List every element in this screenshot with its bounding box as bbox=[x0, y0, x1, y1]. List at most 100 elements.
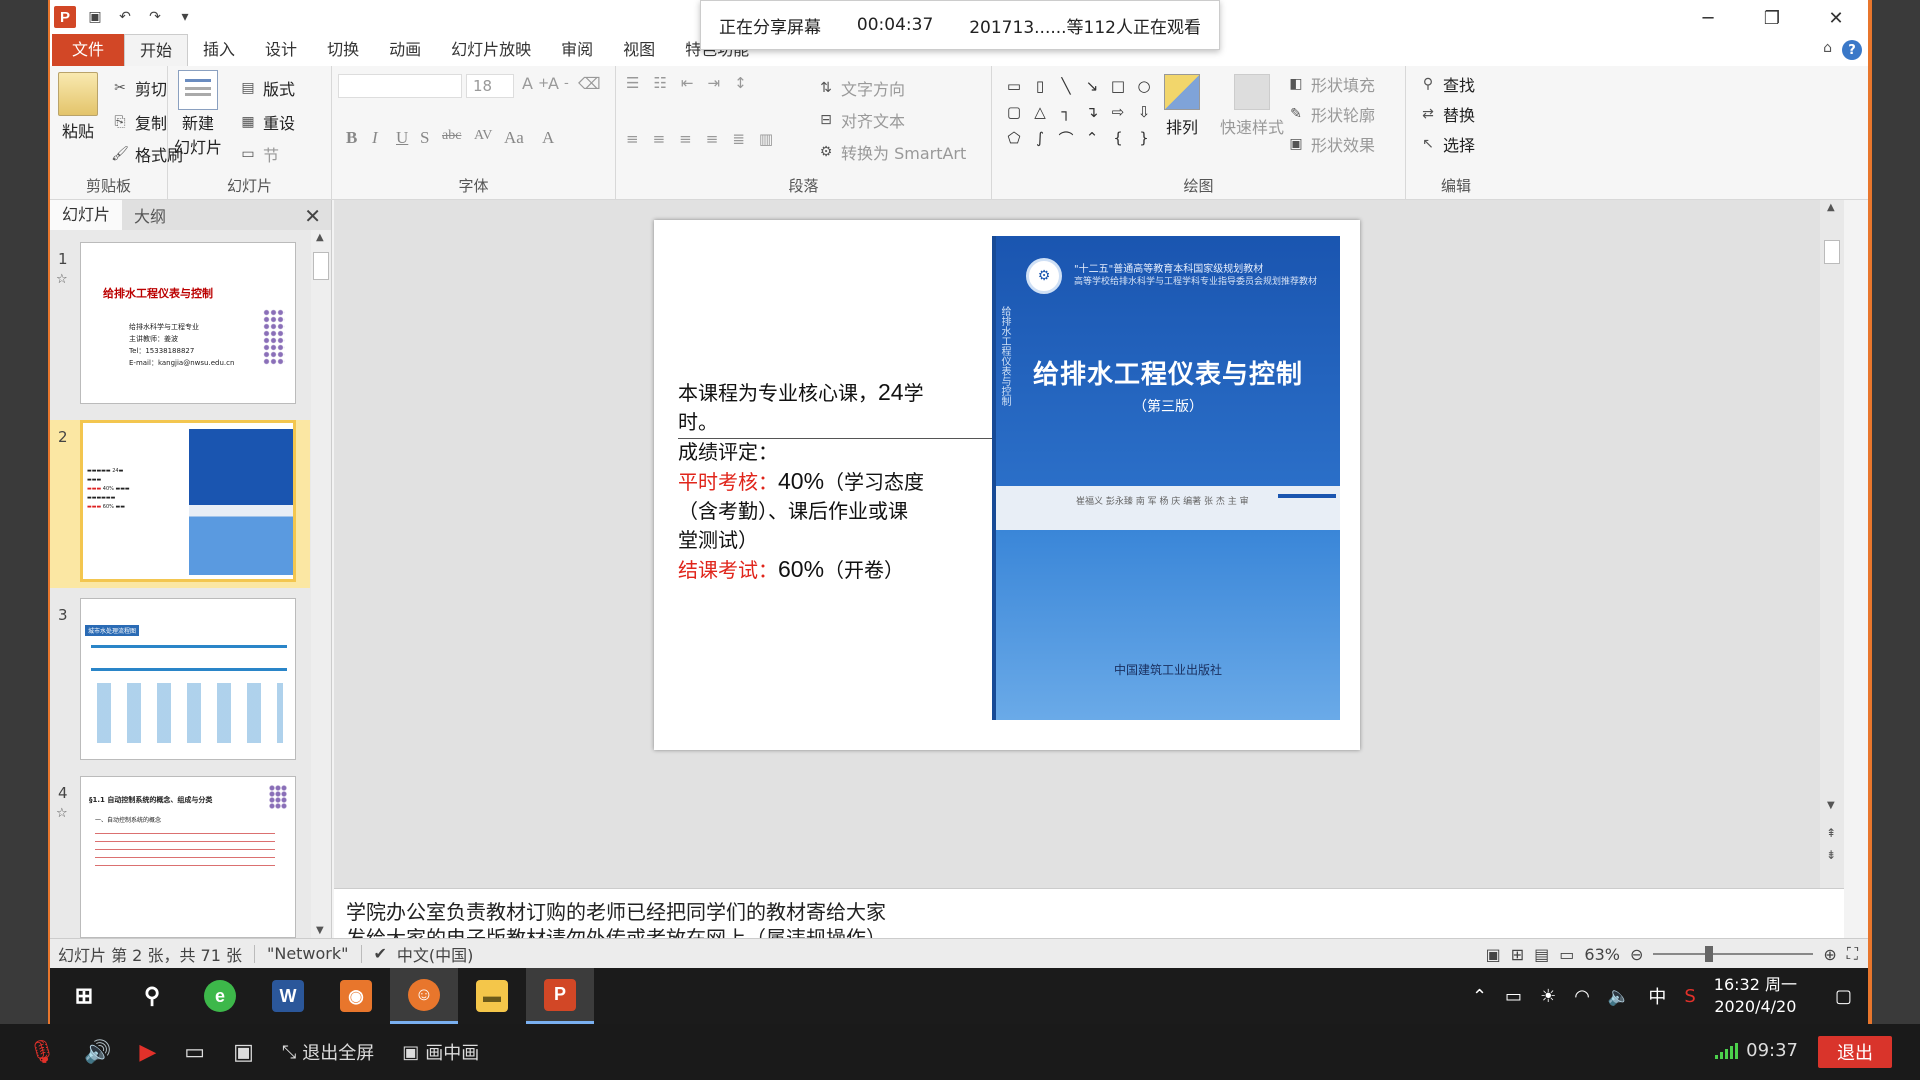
font-size-combo[interactable]: 18 bbox=[466, 74, 514, 98]
taskbar-file-explorer[interactable]: ▬ bbox=[458, 968, 526, 1024]
previous-slide-icon[interactable]: ⇞ bbox=[1826, 826, 1836, 840]
numbering-icon[interactable]: ☷ bbox=[653, 74, 666, 92]
new-slide-button[interactable]: 新建 幻灯片 bbox=[174, 70, 222, 158]
reading-view-icon[interactable]: ▤ bbox=[1534, 945, 1549, 964]
exit-fullscreen-button[interactable]: ⤡ 退出全屏 bbox=[282, 1039, 374, 1065]
grow-font-icon[interactable]: A + bbox=[522, 74, 549, 93]
clear-format-icon[interactable]: ⌫ bbox=[578, 74, 601, 93]
next-slide-icon[interactable]: ⇟ bbox=[1826, 848, 1836, 862]
arc-icon[interactable]: ⌒ bbox=[1054, 126, 1078, 150]
line-icon[interactable]: ╲ bbox=[1054, 74, 1078, 98]
exit-meeting-button[interactable]: 退出 bbox=[1818, 1036, 1892, 1068]
scroll-down-icon[interactable]: ▼ bbox=[1827, 800, 1835, 811]
minimize-button[interactable]: ─ bbox=[1676, 2, 1740, 34]
slideshow-view-icon[interactable]: ▭ bbox=[1559, 945, 1574, 964]
cut-button[interactable]: ✂ 剪切 bbox=[110, 76, 167, 100]
arrow-line-icon[interactable]: ↘ bbox=[1080, 74, 1104, 98]
paste-button[interactable]: 粘贴 bbox=[58, 72, 98, 142]
wifi-icon[interactable]: ◠ bbox=[1574, 986, 1590, 1007]
increase-indent-icon[interactable]: ⇥ bbox=[707, 74, 720, 92]
tab-design[interactable]: 设计 bbox=[250, 34, 312, 66]
curve-icon[interactable]: ∫ bbox=[1028, 126, 1052, 150]
textbox-icon[interactable]: ▭ bbox=[1002, 74, 1026, 98]
zoom-slider[interactable] bbox=[1653, 946, 1814, 962]
decrease-indent-icon[interactable]: ⇤ bbox=[681, 74, 694, 92]
shrink-font-icon[interactable]: A- bbox=[548, 74, 569, 93]
elbow-arrow-icon[interactable]: ↴ bbox=[1080, 100, 1104, 124]
find-button[interactable]: ⚲ 查找 bbox=[1418, 72, 1475, 96]
quick-styles-button[interactable]: 快速样式 bbox=[1220, 74, 1284, 138]
rect-icon[interactable]: □ bbox=[1106, 74, 1130, 98]
fit-to-window-icon[interactable]: ⛶ bbox=[1847, 944, 1858, 964]
tab-review[interactable]: 审阅 bbox=[546, 34, 608, 66]
shape-fill-button[interactable]: ◧ 形状填充 bbox=[1286, 72, 1375, 96]
rounded-rect-icon[interactable]: ▢ bbox=[1002, 100, 1026, 124]
notes-pane[interactable]: 学院办公室负责教材订购的老师已经把同学们的教材寄给大家 发给大家的电子版教材请勿… bbox=[334, 888, 1844, 938]
mic-muted-icon[interactable]: 🎙 bbox=[28, 1040, 56, 1065]
align-right-icon[interactable]: ≡ bbox=[679, 130, 692, 148]
font-name-combo[interactable] bbox=[338, 74, 462, 98]
zoom-in-icon[interactable]: ⊕ bbox=[1823, 945, 1836, 964]
elbow-icon[interactable]: ┐ bbox=[1054, 100, 1078, 124]
brace-left-icon[interactable]: { bbox=[1106, 126, 1130, 150]
show-hidden-icons[interactable]: ⌃ bbox=[1472, 986, 1487, 1007]
save-icon[interactable]: ▣ bbox=[84, 6, 106, 28]
reset-button[interactable]: ▦ 重设 bbox=[238, 110, 295, 134]
bold-button[interactable]: B bbox=[346, 128, 357, 148]
select-button[interactable]: ↖ 选择 bbox=[1418, 132, 1475, 156]
scroll-up-icon[interactable]: ▲ bbox=[1827, 202, 1835, 213]
arrange-button[interactable]: 排列 bbox=[1164, 74, 1200, 138]
italic-button[interactable]: I bbox=[372, 128, 378, 148]
columns-icon[interactable]: ▥ bbox=[759, 130, 773, 148]
align-left-icon[interactable]: ≡ bbox=[626, 130, 639, 148]
app-tray-icon[interactable]: ☀ bbox=[1540, 986, 1556, 1007]
sogou-icon[interactable]: S bbox=[1684, 986, 1695, 1007]
slide-thumbnail-3[interactable]: 3 城市水处理流程图 bbox=[50, 598, 310, 766]
text-direction-button[interactable]: ⇅ 文字方向 bbox=[816, 76, 905, 100]
taskbar-browser[interactable]: e bbox=[186, 968, 254, 1024]
tab-slideshow[interactable]: 幻灯片放映 bbox=[436, 34, 546, 66]
smartart-button[interactable]: ⚙ 转换为 SmartArt bbox=[816, 140, 967, 164]
strikethrough-button[interactable]: abc bbox=[442, 128, 461, 144]
change-case-button[interactable]: Aa bbox=[504, 128, 524, 148]
tab-insert[interactable]: 插入 bbox=[188, 34, 250, 66]
replace-button[interactable]: ⇄ 替换 bbox=[1418, 102, 1475, 126]
notification-icon[interactable]: ▢ bbox=[1835, 986, 1852, 1007]
volume-icon[interactable]: 🔈 bbox=[1608, 986, 1630, 1007]
help-icon[interactable]: ? bbox=[1842, 40, 1862, 60]
taskbar-meeting-app[interactable]: ☺ bbox=[390, 968, 458, 1024]
tab-view[interactable]: 视图 bbox=[608, 34, 670, 66]
align-text-button[interactable]: ⊟ 对齐文本 bbox=[816, 108, 905, 132]
text-shadow-button[interactable]: S bbox=[420, 128, 429, 148]
system-clock[interactable]: 16:32 周一 2020/4/20 bbox=[1714, 974, 1797, 1018]
vtextbox-icon[interactable]: ▯ bbox=[1028, 74, 1052, 98]
underline-button[interactable]: U bbox=[396, 128, 408, 148]
start-button[interactable]: ⊞ bbox=[50, 968, 118, 1024]
current-slide[interactable]: 本课程为专业核心课，24学 时。 成绩评定： 平时考核：40%（学习态度 （含考… bbox=[654, 220, 1360, 750]
language-indicator[interactable]: 中文(中国) bbox=[397, 942, 474, 966]
spell-check-icon[interactable]: ✔ bbox=[374, 944, 387, 963]
taskbar-word[interactable]: W bbox=[254, 968, 322, 1024]
font-color-button[interactable]: A bbox=[542, 128, 554, 148]
close-button[interactable]: ✕ bbox=[1804, 2, 1868, 34]
oval-icon[interactable]: ○ bbox=[1132, 74, 1156, 98]
scroll-thumb[interactable] bbox=[313, 252, 329, 280]
customize-qat-icon[interactable]: ▾ bbox=[174, 6, 196, 28]
taskbar-powerpoint[interactable]: P bbox=[526, 968, 594, 1024]
collapse-ribbon-icon[interactable]: ⌂ bbox=[1823, 40, 1832, 60]
speaker-icon[interactable]: 🔊 bbox=[84, 1040, 111, 1065]
zoom-level[interactable]: 63% bbox=[1584, 945, 1620, 964]
slide-scrollbar[interactable]: ▲ ▼ ⇞ ⇟ bbox=[1820, 200, 1844, 888]
shape-effects-button[interactable]: ▣ 形状效果 bbox=[1286, 132, 1375, 156]
search-button[interactable]: ⚲ bbox=[118, 968, 186, 1024]
normal-view-icon[interactable]: ▣ bbox=[1486, 945, 1501, 964]
course-hours-text[interactable]: 本课程为专业核心课，24学 时。 bbox=[678, 378, 998, 437]
right-arrow-icon[interactable]: ⇨ bbox=[1106, 100, 1130, 124]
char-spacing-button[interactable]: AV bbox=[474, 128, 492, 144]
ime-indicator[interactable]: 中 bbox=[1648, 983, 1666, 1009]
restore-button[interactable]: ❐ bbox=[1740, 2, 1804, 34]
slide-thumbnail-4[interactable]: 4 ☆ §1.1 自动控制系统的概念、组成与分类 一、自动控制系统的概念 bbox=[50, 776, 310, 944]
align-center-icon[interactable]: ≡ bbox=[653, 130, 666, 148]
layout-button[interactable]: ▤ 版式 bbox=[238, 76, 295, 100]
undo-icon[interactable]: ↶ bbox=[114, 6, 136, 28]
